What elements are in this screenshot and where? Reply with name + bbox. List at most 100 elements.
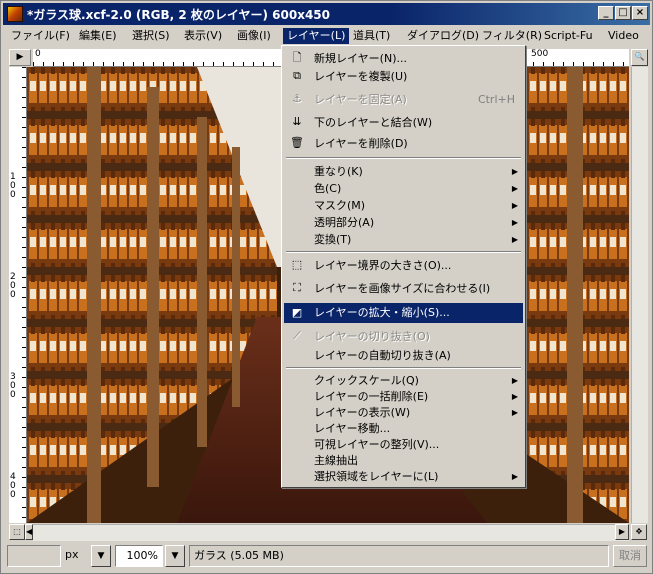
- crop-layer-icon: ⟋: [293, 329, 301, 342]
- menu-filters[interactable]: フィルタ(R): [478, 28, 546, 44]
- maximize-button[interactable]: □: [615, 6, 631, 20]
- submenu-arrow-icon: ▶: [511, 218, 518, 227]
- quick-mask-toggle[interactable]: ⬚: [9, 524, 25, 540]
- menu-edit[interactable]: 編集(E): [75, 28, 121, 44]
- submenu-arrow-icon: ▶: [511, 167, 518, 176]
- minimize-button[interactable]: _: [598, 6, 614, 20]
- menu-item-label: 変換(T): [314, 233, 352, 246]
- menu-item-anchor-layer[interactable]: ⚓ レイヤーを固定(A) Ctrl+H: [284, 91, 523, 108]
- horizontal-scrollbar[interactable]: [33, 524, 629, 541]
- menu-image[interactable]: 画像(I): [233, 28, 275, 44]
- status-message: ガラス (5.05 MB): [189, 545, 609, 567]
- scale-layer-icon: ◩: [291, 306, 303, 319]
- menu-bar: ファイル(F) 編集(E) 選択(S) 表示(V) 画像(I) レイヤー(L) …: [3, 26, 650, 46]
- menu-file[interactable]: ファイル(F): [7, 28, 74, 44]
- duplicate-layer-icon: ⧉: [293, 69, 301, 82]
- menu-item-mask[interactable]: マスク(M) ▶: [284, 197, 523, 214]
- menu-item-merge-down[interactable]: ⇊ 下のレイヤーと結合(W): [284, 114, 523, 131]
- menu-item-layer-visibility[interactable]: レイヤーの表示(W) ▶: [284, 404, 523, 421]
- menu-script-fu[interactable]: Script-Fu: [540, 28, 597, 44]
- scroll-right-arrow[interactable]: ▶: [615, 524, 629, 540]
- scroll-left-arrow[interactable]: ◀: [25, 524, 33, 540]
- zoom-toggle-button[interactable]: 🔍: [631, 49, 648, 66]
- menu-item-label: 新規レイヤー(N)...: [314, 52, 407, 65]
- menu-item-label: レイヤーの拡大・縮小(S)...: [314, 306, 450, 319]
- menu-item-batch-delete[interactable]: レイヤーの一括削除(E) ▶: [284, 388, 523, 405]
- submenu-arrow-icon: ▶: [511, 376, 518, 385]
- menu-dialogs[interactable]: ダイアログ(D): [403, 28, 483, 44]
- menu-item-align-visible-layers[interactable]: 可視レイヤーの整列(V)...: [284, 436, 523, 453]
- menu-separator: [286, 251, 521, 253]
- menu-select[interactable]: 選択(S): [128, 28, 174, 44]
- layer-to-image-size-icon: ⛶: [293, 281, 301, 294]
- menu-item-stack[interactable]: 重なり(K) ▶: [284, 163, 523, 180]
- submenu-arrow-icon: ▶: [511, 392, 518, 401]
- menu-separator: [286, 157, 521, 159]
- submenu-arrow-icon: ▶: [511, 408, 518, 417]
- window-title: *ガラス球.xcf-2.0 (RGB, 2 枚のレイヤー) 600x450: [27, 8, 330, 22]
- menu-item-new-layer[interactable]: 🗋 新規レイヤー(N)...: [284, 50, 523, 67]
- menu-item-label: レイヤーを削除(D): [314, 137, 408, 150]
- ruler-tick: 3 0 0: [10, 372, 16, 400]
- menu-item-label: レイヤー境界の大きさ(O)...: [314, 259, 452, 272]
- menu-view[interactable]: 表示(V): [180, 28, 226, 44]
- menu-item-label: クイックスケール(Q): [314, 374, 419, 387]
- unit-dropdown-button[interactable]: ▼: [91, 545, 111, 567]
- menu-item-autocrop-layer[interactable]: レイヤーの自動切り抜き(A): [284, 347, 523, 364]
- menu-item-label: 下のレイヤーと結合(W): [314, 116, 433, 129]
- menu-layer[interactable]: レイヤー(L): [283, 28, 350, 44]
- ruler-tick: 1 0 0: [10, 172, 16, 200]
- menu-item-label: レイヤーを複製(U): [314, 70, 408, 83]
- menu-item-shortcut: Ctrl+H: [477, 93, 515, 106]
- menu-item-label: 色(C): [314, 182, 342, 195]
- menu-item-label: レイヤーを画像サイズに合わせる(I): [314, 282, 491, 295]
- anchor-icon: ⚓: [292, 92, 302, 105]
- status-bar: px ▼ 100% ▼ ガラス (5.05 MB) 取消: [3, 542, 650, 571]
- submenu-arrow-icon: ▶: [511, 472, 518, 481]
- menu-item-label: 重なり(K): [314, 165, 363, 178]
- title-bar[interactable]: *ガラス球.xcf-2.0 (RGB, 2 枚のレイヤー) 600x450 _ …: [3, 3, 650, 25]
- menu-video[interactable]: Video: [604, 28, 643, 44]
- new-layer-icon: 🗋: [292, 51, 302, 64]
- cancel-button[interactable]: 取消: [613, 545, 647, 567]
- menu-item-label: レイヤーの表示(W): [314, 406, 411, 419]
- menu-item-crop-layer[interactable]: ⟋ レイヤーの切り抜き(O): [284, 328, 523, 345]
- image-menu-button[interactable]: ▶: [9, 49, 31, 66]
- submenu-arrow-icon: ▶: [511, 235, 518, 244]
- menu-item-line-extraction[interactable]: 主線抽出: [284, 452, 523, 469]
- close-button[interactable]: ×: [632, 6, 648, 20]
- vertical-scrollbar[interactable]: [631, 67, 648, 523]
- menu-item-scale-layer[interactable]: ◩ レイヤーの拡大・縮小(S)...: [284, 303, 523, 323]
- menu-item-label: レイヤーを固定(A): [314, 93, 407, 106]
- menu-item-selection-to-layer[interactable]: 選択領域をレイヤーに(L) ▶: [284, 468, 523, 485]
- menu-item-label: 選択領域をレイヤーに(L): [314, 470, 439, 483]
- vertical-ruler[interactable]: 1 0 0 2 0 0 3 0 0 4 0 0: [9, 67, 27, 523]
- menu-item-layer-to-image-size[interactable]: ⛶ レイヤーを画像サイズに合わせる(I): [284, 280, 523, 297]
- zoom-dropdown-button[interactable]: ▼: [165, 545, 185, 567]
- menu-tools[interactable]: 道具(T): [349, 28, 394, 44]
- menu-item-move-layer[interactable]: レイヤー移動...: [284, 420, 523, 437]
- menu-item-label: レイヤー移動...: [314, 422, 391, 435]
- menu-item-label: 主線抽出: [314, 454, 358, 467]
- zoom-field[interactable]: 100%: [115, 545, 163, 567]
- menu-item-quick-scale[interactable]: クイックスケール(Q) ▶: [284, 372, 523, 389]
- menu-item-label: レイヤーの自動切り抜き(A): [314, 349, 451, 362]
- gimp-image-icon[interactable]: [7, 6, 23, 22]
- menu-item-label: レイヤーの切り抜き(O): [314, 330, 430, 343]
- menu-item-label: 可視レイヤーの整列(V)...: [314, 438, 440, 451]
- submenu-arrow-icon: ▶: [511, 201, 518, 210]
- menu-item-transparency[interactable]: 透明部分(A) ▶: [284, 214, 523, 231]
- delete-layer-icon: 🗑: [290, 136, 304, 149]
- ruler-tick: 2 0 0: [10, 272, 16, 300]
- unit-select[interactable]: px: [61, 545, 93, 567]
- merge-down-icon: ⇊: [292, 115, 302, 128]
- layer-boundary-icon: ⬚: [291, 258, 303, 271]
- menu-item-label: マスク(M): [314, 199, 366, 212]
- menu-item-transform[interactable]: 変換(T) ▶: [284, 231, 523, 248]
- ruler-tick: 4 0 0: [10, 472, 16, 500]
- menu-item-colors[interactable]: 色(C) ▶: [284, 180, 523, 197]
- menu-item-delete-layer[interactable]: 🗑 レイヤーを削除(D): [284, 135, 523, 152]
- menu-item-layer-boundary-size[interactable]: ⬚ レイヤー境界の大きさ(O)...: [284, 257, 523, 274]
- navigate-icon[interactable]: ✥: [631, 524, 647, 540]
- menu-item-duplicate-layer[interactable]: ⧉ レイヤーを複製(U): [284, 68, 523, 85]
